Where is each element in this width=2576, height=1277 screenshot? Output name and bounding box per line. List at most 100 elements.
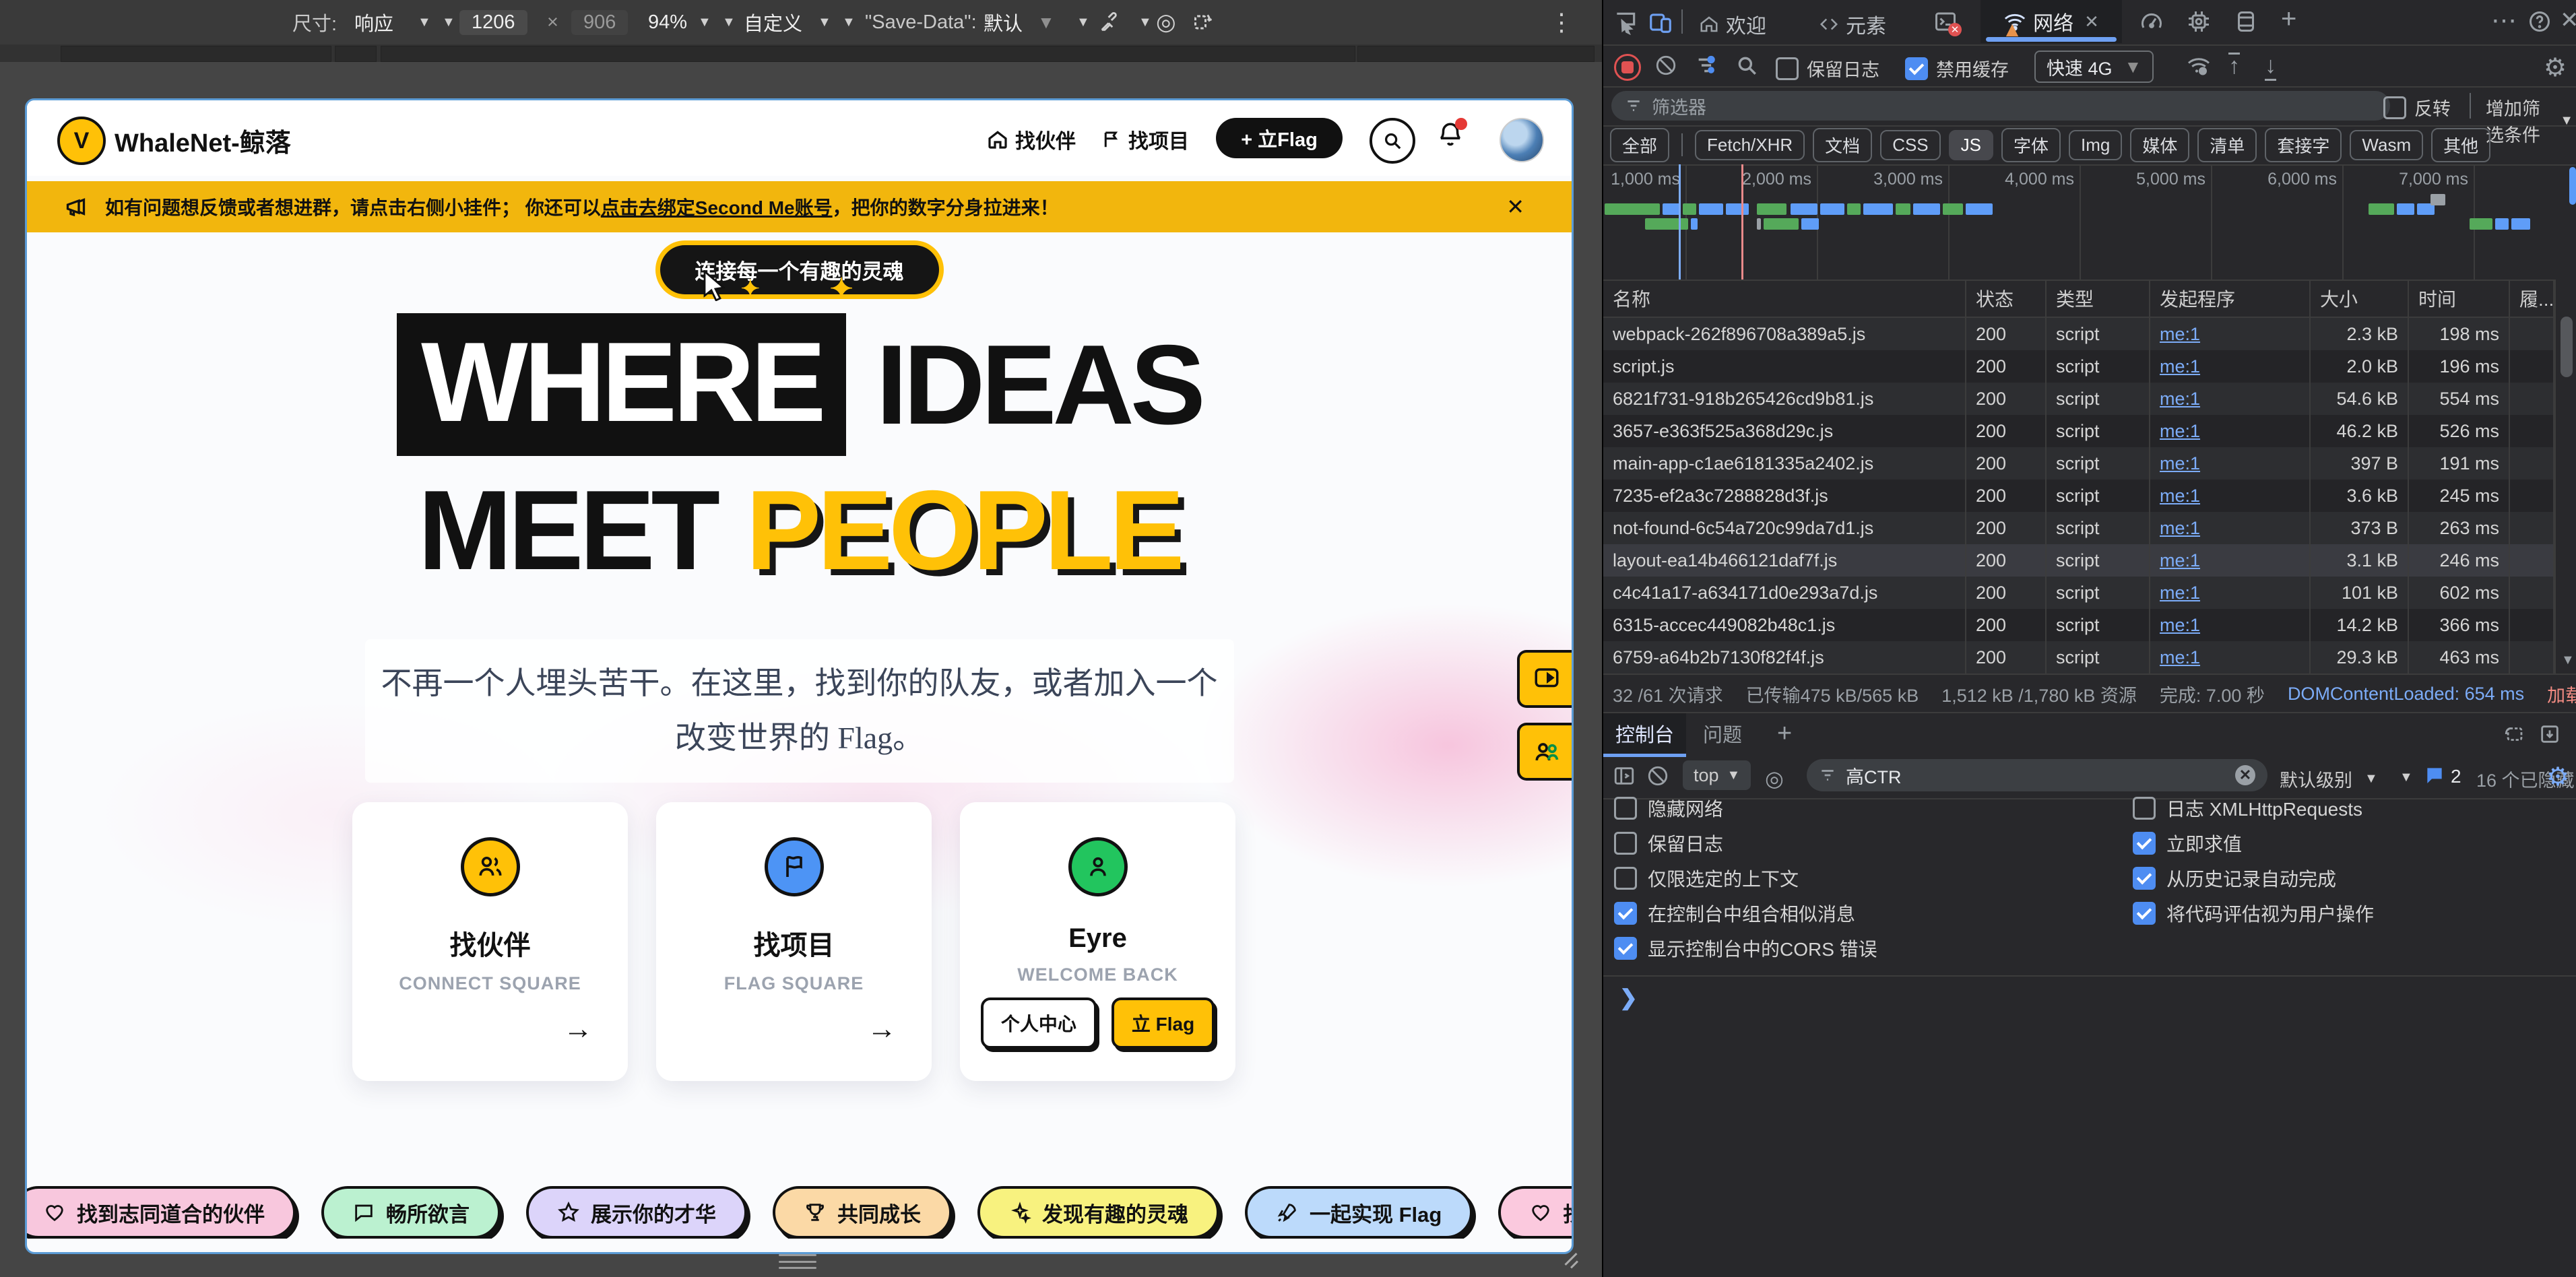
corner-resize-handle[interactable] <box>1560 1251 1580 1272</box>
arrow-right-icon[interactable]: → <box>867 1012 897 1046</box>
viewport-height-input[interactable]: 906 <box>571 8 628 36</box>
bind-second-me-link[interactable]: 点击去绑定Second Me账号 <box>601 197 833 218</box>
table-row[interactable]: not-found-6c54a720c99da7d1.js200script m… <box>1603 512 2554 544</box>
create-flag-card-button[interactable]: 立 Flag <box>1112 997 1215 1049</box>
live-expression-icon[interactable]: ◎ <box>1765 766 1784 791</box>
community-widget-button[interactable] <box>1517 723 1574 781</box>
rotate-device-icon[interactable] <box>1188 0 1213 44</box>
initiator-link[interactable]: me:1 <box>2160 647 2200 668</box>
clear-filter-icon[interactable]: ✕ <box>2235 765 2255 785</box>
initiator-link[interactable]: me:1 <box>2160 389 2200 410</box>
chevron-down-icon[interactable]: ▼ <box>1076 0 1090 44</box>
initiator-link[interactable]: me:1 <box>2160 453 2200 474</box>
console-prompt-chevron[interactable]: ❯ <box>1619 985 1638 1010</box>
table-header-row[interactable]: 名称状态类型发起程序大小时间履... <box>1603 280 2554 318</box>
viewport-width-input[interactable]: 1206 <box>459 8 527 36</box>
resource-type-chip[interactable]: 全部 <box>1610 128 1669 162</box>
console-sidebar-icon[interactable] <box>1613 764 1636 787</box>
card-profile[interactable]: Eyre WELCOME BACK 个人中心 立 Flag <box>960 802 1235 1081</box>
more-options-icon[interactable]: ⋮ <box>1549 0 1574 44</box>
site-brand[interactable]: WhaleNet-鲸落 <box>115 122 291 159</box>
site-logo[interactable]: V <box>57 117 106 165</box>
table-row[interactable]: 7235-ef2a3c7288828d3f.js200script me:1 3… <box>1603 480 2554 512</box>
initiator-link[interactable]: me:1 <box>2160 518 2200 539</box>
initiator-link[interactable]: me:1 <box>2160 356 2200 377</box>
scrollbar-thumb[interactable] <box>2561 317 2573 377</box>
console-setting-checkbox[interactable]: 在控制台中组合相似消息 <box>1614 903 1877 923</box>
column-header[interactable]: 履... <box>2510 280 2554 317</box>
save-data-select[interactable]: 默认 <box>984 0 1023 44</box>
console-setting-checkbox[interactable]: 日志 XMLHttpRequests <box>2133 798 2374 818</box>
preserve-log-checkbox[interactable]: 保留日志 <box>1776 55 1879 81</box>
create-flag-button[interactable]: + 立Flag <box>1216 118 1343 158</box>
log-levels-select[interactable]: 默认级别▼ <box>2280 766 2382 792</box>
console-setting-checkbox[interactable]: 从历史记录自动完成 <box>2133 868 2374 888</box>
network-filter-input[interactable]: 筛选器 <box>1611 91 2390 121</box>
throttling-select[interactable]: 快速 4G▼ <box>2034 51 2154 83</box>
more-options-icon[interactable]: ⋯ <box>2491 5 2517 36</box>
search-icon[interactable] <box>1735 54 1758 77</box>
column-header[interactable]: 时间 <box>2409 280 2510 317</box>
application-icon[interactable] <box>2234 9 2258 34</box>
inspect-element-icon[interactable] <box>1613 9 1638 35</box>
import-har-icon[interactable]: ↑ <box>2228 53 2240 77</box>
disable-cache-checkbox[interactable]: 禁用缓存 <box>1905 55 2009 81</box>
console-setting-checkbox[interactable]: 仅限选定的上下文 <box>1614 868 1877 888</box>
clear-icon[interactable] <box>1654 54 1677 77</box>
chevron-down-icon[interactable]: ▼ <box>722 0 736 44</box>
network-conditions-icon[interactable] <box>2187 54 2211 78</box>
resource-type-chip[interactable]: 字体 <box>2001 128 2061 162</box>
resource-type-chip[interactable]: 媒体 <box>2130 128 2189 162</box>
feature-pill[interactable]: 展示你的才华 <box>526 1186 747 1239</box>
tab-network[interactable]: 网络 ✕ <box>1981 0 2122 43</box>
device-mode-select[interactable]: 响应 <box>354 0 393 44</box>
initiator-link[interactable]: me:1 <box>2160 550 2200 571</box>
feature-pill[interactable]: 一起实现 Flag <box>1245 1186 1473 1239</box>
chevron-down-icon[interactable]: ▼ <box>1138 0 1152 44</box>
chevron-down-icon[interactable]: ▼ <box>442 0 455 44</box>
throttling-select[interactable]: 自定义 <box>744 0 802 44</box>
table-row[interactable]: c4c41a17-a634171d0e293a7d.js200script me… <box>1603 577 2554 609</box>
table-row[interactable]: 3657-e363f525a368d29c.js200script me:1 4… <box>1603 415 2554 447</box>
table-row[interactable]: main-app-c1ae6181335a2402.js200script me… <box>1603 447 2554 480</box>
chevron-down-icon[interactable]: ▼ <box>698 0 711 44</box>
resource-type-chip[interactable]: 清单 <box>2197 128 2257 162</box>
export-har-icon[interactable]: ↓ <box>2265 53 2276 81</box>
eyedropper-icon[interactable] <box>1098 0 1121 44</box>
show-media-queries-icon[interactable]: ◎ <box>1156 0 1176 44</box>
search-button[interactable] <box>1370 118 1415 164</box>
feature-pill[interactable]: 发现有趣的灵魂 <box>977 1186 1219 1239</box>
console-setting-checkbox[interactable]: 隐藏网络 <box>1614 798 1877 818</box>
tab-issues[interactable]: 问题 <box>1691 713 1754 754</box>
resource-type-chip[interactable]: JS <box>1949 130 1993 160</box>
console-setting-checkbox[interactable]: 将代码评估视为用户操作 <box>2133 903 2374 923</box>
add-drawer-tab-icon[interactable]: + <box>1765 713 1804 754</box>
initiator-link[interactable]: me:1 <box>2160 324 2200 345</box>
feature-pill[interactable]: 找到志同道合的伙伴 <box>25 1186 296 1239</box>
banner-close-icon[interactable]: ✕ <box>1506 194 1524 220</box>
invert-filter-checkbox[interactable]: 反转 <box>2383 94 2451 121</box>
resource-type-chip[interactable]: Img <box>2069 130 2122 160</box>
initiator-link[interactable]: me:1 <box>2160 583 2200 603</box>
viewport-resize-handle[interactable] <box>779 1254 816 1269</box>
resource-type-chip[interactable]: 其他 <box>2431 128 2490 162</box>
tab-elements[interactable]: 元素 <box>1819 9 1886 39</box>
console-filter-input[interactable]: 高CTR ✕ <box>1807 759 2267 791</box>
console-setting-checkbox[interactable]: 立即求值 <box>2133 833 2374 853</box>
table-row[interactable]: 6821f731-918b265426cd9b81.js200script me… <box>1603 383 2554 415</box>
resource-type-chip[interactable]: 套接字 <box>2265 128 2342 162</box>
performance-icon[interactable] <box>2139 9 2164 34</box>
feature-pill[interactable]: 共同成长 <box>773 1186 952 1239</box>
card-find-projects[interactable]: 找项目 FLAG SQUARE → <box>656 802 932 1081</box>
dock-panel-icon[interactable] <box>2503 723 2526 746</box>
column-header[interactable]: 发起程序 <box>2150 280 2311 317</box>
initiator-link[interactable]: me:1 <box>2160 615 2200 636</box>
expand-panel-icon[interactable] <box>2538 723 2561 746</box>
feature-pill[interactable]: 找到志同道合的伙伴 <box>1498 1186 1574 1239</box>
table-row[interactable]: script.js200script me:1 2.0 kB196 ms <box>1603 350 2554 383</box>
user-avatar[interactable] <box>1500 118 1544 162</box>
resource-type-chip[interactable]: Fetch/XHR <box>1695 130 1805 160</box>
nav-find-projects[interactable]: 找项目 <box>1101 125 1189 154</box>
execution-context-select[interactable]: top▼ <box>1683 760 1751 790</box>
notifications-button[interactable] <box>1436 121 1464 149</box>
